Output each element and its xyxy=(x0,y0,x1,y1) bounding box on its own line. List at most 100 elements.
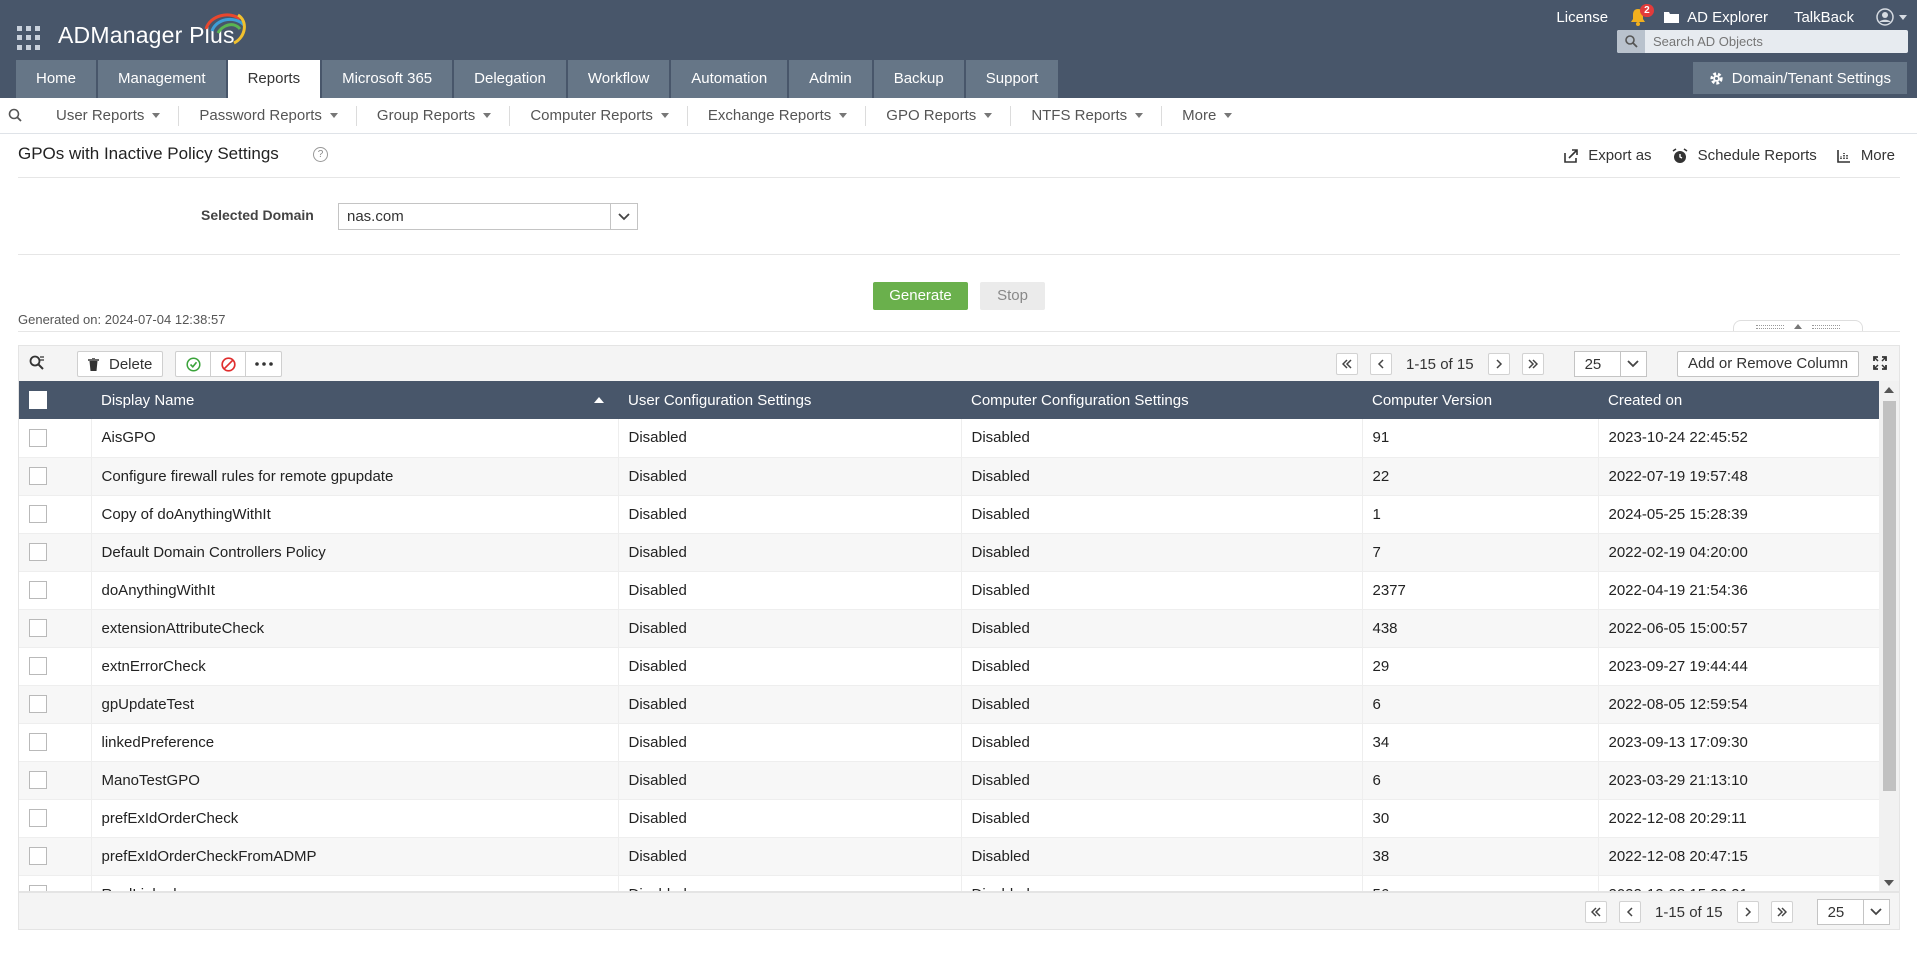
row-checkbox[interactable] xyxy=(29,695,47,714)
more-actions-button[interactable]: More xyxy=(1837,147,1895,164)
delete-button[interactable]: Delete xyxy=(77,351,164,377)
chevron-down-icon xyxy=(1135,113,1144,118)
ad-object-search[interactable] xyxy=(1617,30,1908,53)
more-options-icon[interactable] xyxy=(246,352,281,376)
table-search-icon[interactable] xyxy=(29,355,45,371)
domain-select[interactable]: nas.com xyxy=(338,203,638,230)
license-link[interactable]: License xyxy=(1556,9,1608,26)
talkback-link[interactable]: TalkBack xyxy=(1794,9,1854,26)
cell-created-on: 2022-06-05 15:00:57 xyxy=(1598,609,1882,648)
page-size-select[interactable]: 25 xyxy=(1816,899,1890,925)
scroll-up-icon[interactable] xyxy=(1884,387,1894,393)
row-checkbox[interactable] xyxy=(29,657,47,676)
subnav-computer-reports[interactable]: Computer Reports xyxy=(510,105,688,126)
select-all-checkbox[interactable] xyxy=(29,391,47,410)
tab-support[interactable]: Support xyxy=(965,60,1059,98)
subnav-more[interactable]: More xyxy=(1162,106,1250,126)
next-page-icon[interactable] xyxy=(1487,353,1510,375)
fullscreen-icon[interactable] xyxy=(1873,356,1887,370)
table-row[interactable]: Copy of doAnythingWithIt Disabled Disabled… xyxy=(19,495,1882,534)
first-page-icon[interactable] xyxy=(1336,353,1358,375)
subnav-group-reports[interactable]: Group Reports xyxy=(357,105,511,126)
table-row[interactable]: doAnythingWithIt Disabled Disabled 2377 2022… xyxy=(19,571,1882,610)
stop-button[interactable]: Stop xyxy=(980,282,1045,310)
ad-explorer-link[interactable]: AD Explorer xyxy=(1664,9,1768,26)
row-checkbox[interactable] xyxy=(29,847,47,866)
tab-reports[interactable]: Reports xyxy=(227,60,321,98)
cell-computer-version: 56 xyxy=(1362,875,1599,891)
cell-created-on: 2022-12-08 20:47:15 xyxy=(1598,837,1882,876)
next-page-icon[interactable] xyxy=(1736,901,1759,923)
table-row[interactable]: linkedPreference Disabled Disabled 34 2023-0… xyxy=(19,723,1882,762)
scrollbar-thumb[interactable] xyxy=(1883,401,1896,791)
column-computer-config[interactable]: Computer Configuration Settings xyxy=(961,381,1362,419)
row-checkbox[interactable] xyxy=(29,619,47,638)
table-row[interactable]: extnErrorCheck Disabled Disabled 29 2023-09-… xyxy=(19,647,1882,686)
tab-workflow[interactable]: Workflow xyxy=(567,60,670,98)
tab-admin[interactable]: Admin xyxy=(789,60,872,98)
column-display-name[interactable]: Display Name xyxy=(91,381,618,419)
tab-delegation[interactable]: Delegation xyxy=(454,60,566,98)
subnav-ntfs-reports[interactable]: NTFS Reports xyxy=(1011,105,1163,126)
last-page-icon[interactable] xyxy=(1770,901,1793,923)
cell-display-name: gpUpdateTest xyxy=(91,685,619,724)
schedule-reports-button[interactable]: Schedule Reports xyxy=(1672,147,1817,164)
prev-page-icon[interactable] xyxy=(1370,353,1392,375)
row-checkbox[interactable] xyxy=(29,505,47,524)
table-row[interactable]: gpUpdateTest Disabled Disabled 6 2022-08-05 … xyxy=(19,685,1882,724)
tab-home[interactable]: Home xyxy=(16,60,97,98)
table-row[interactable]: extensionAttributeCheck Disabled Disabled 4… xyxy=(19,609,1882,648)
cell-computer-version: 29 xyxy=(1362,647,1599,686)
disable-block-icon[interactable] xyxy=(211,352,246,376)
row-checkbox[interactable] xyxy=(29,543,47,562)
table-row[interactable]: Default Domain Controllers Policy Disable… xyxy=(19,533,1882,572)
generate-button[interactable]: Generate xyxy=(873,282,968,310)
table-row[interactable]: prefExIdOrderCheckFromADMP Disabled Disabl… xyxy=(19,837,1882,876)
row-checkbox[interactable] xyxy=(29,733,47,752)
enable-check-icon[interactable] xyxy=(176,352,211,376)
row-checkbox[interactable] xyxy=(29,467,47,486)
notification-bell[interactable]: 2 xyxy=(1630,4,1654,26)
domain-tenant-settings-button[interactable]: Domain/Tenant Settings xyxy=(1692,62,1907,94)
column-created-on[interactable]: Created on xyxy=(1598,381,1881,419)
column-label: Display Name xyxy=(101,391,195,409)
tab-automation[interactable]: Automation xyxy=(671,60,788,98)
first-page-icon[interactable] xyxy=(1585,901,1607,923)
row-checkbox[interactable] xyxy=(29,581,47,600)
scroll-down-icon[interactable] xyxy=(1884,880,1894,886)
help-icon[interactable]: ? xyxy=(313,147,328,162)
row-checkbox[interactable] xyxy=(29,885,47,891)
app-grid-icon[interactable] xyxy=(17,26,41,50)
table-row[interactable]: RealLinkedDisabledDisabled562022-12-08 1… xyxy=(19,875,1882,891)
user-menu[interactable] xyxy=(1876,8,1907,26)
table-row[interactable]: prefExIdOrderCheck Disabled Disabled 30 2022… xyxy=(19,799,1882,838)
chevron-down-icon[interactable] xyxy=(610,204,637,229)
prev-page-icon[interactable] xyxy=(1619,901,1641,923)
gear-icon xyxy=(1710,71,1723,85)
row-checkbox[interactable] xyxy=(29,771,47,790)
vertical-scrollbar[interactable] xyxy=(1879,381,1899,891)
tab-backup[interactable]: Backup xyxy=(873,60,964,98)
search-input[interactable] xyxy=(1645,34,1895,49)
cell-user-config: Disabled xyxy=(618,419,962,458)
table-row[interactable]: ManoTestGPO Disabled Disabled 6 2023-03-29 2… xyxy=(19,761,1882,800)
table-row[interactable]: AisGPO Disabled Disabled 91 2023-10-24 22:45… xyxy=(19,419,1882,458)
alarm-clock-icon xyxy=(1672,147,1688,163)
last-page-icon[interactable] xyxy=(1521,353,1544,375)
page-size-select[interactable]: 25 xyxy=(1573,351,1647,377)
report-search-icon[interactable] xyxy=(8,108,24,124)
subnav-user-reports[interactable]: User Reports xyxy=(36,105,180,126)
add-remove-column-button[interactable]: Add or Remove Column xyxy=(1677,351,1860,377)
table-row[interactable]: Configure firewall rules for remote gpup… xyxy=(19,457,1882,496)
column-user-config[interactable]: User Configuration Settings xyxy=(618,381,961,419)
tab-microsoft-365[interactable]: Microsoft 365 xyxy=(322,60,453,98)
export-as-button[interactable]: Export as xyxy=(1564,147,1652,164)
row-checkbox[interactable] xyxy=(29,809,47,828)
column-computer-version[interactable]: Computer Version xyxy=(1362,381,1598,419)
subnav-password-reports[interactable]: Password Reports xyxy=(179,105,357,126)
subnav-exchange-reports[interactable]: Exchange Reports xyxy=(688,105,867,126)
tab-management[interactable]: Management xyxy=(98,60,226,98)
subnav-gpo-reports[interactable]: GPO Reports xyxy=(866,105,1012,126)
search-icon[interactable] xyxy=(1617,30,1645,53)
row-checkbox[interactable] xyxy=(29,428,47,447)
